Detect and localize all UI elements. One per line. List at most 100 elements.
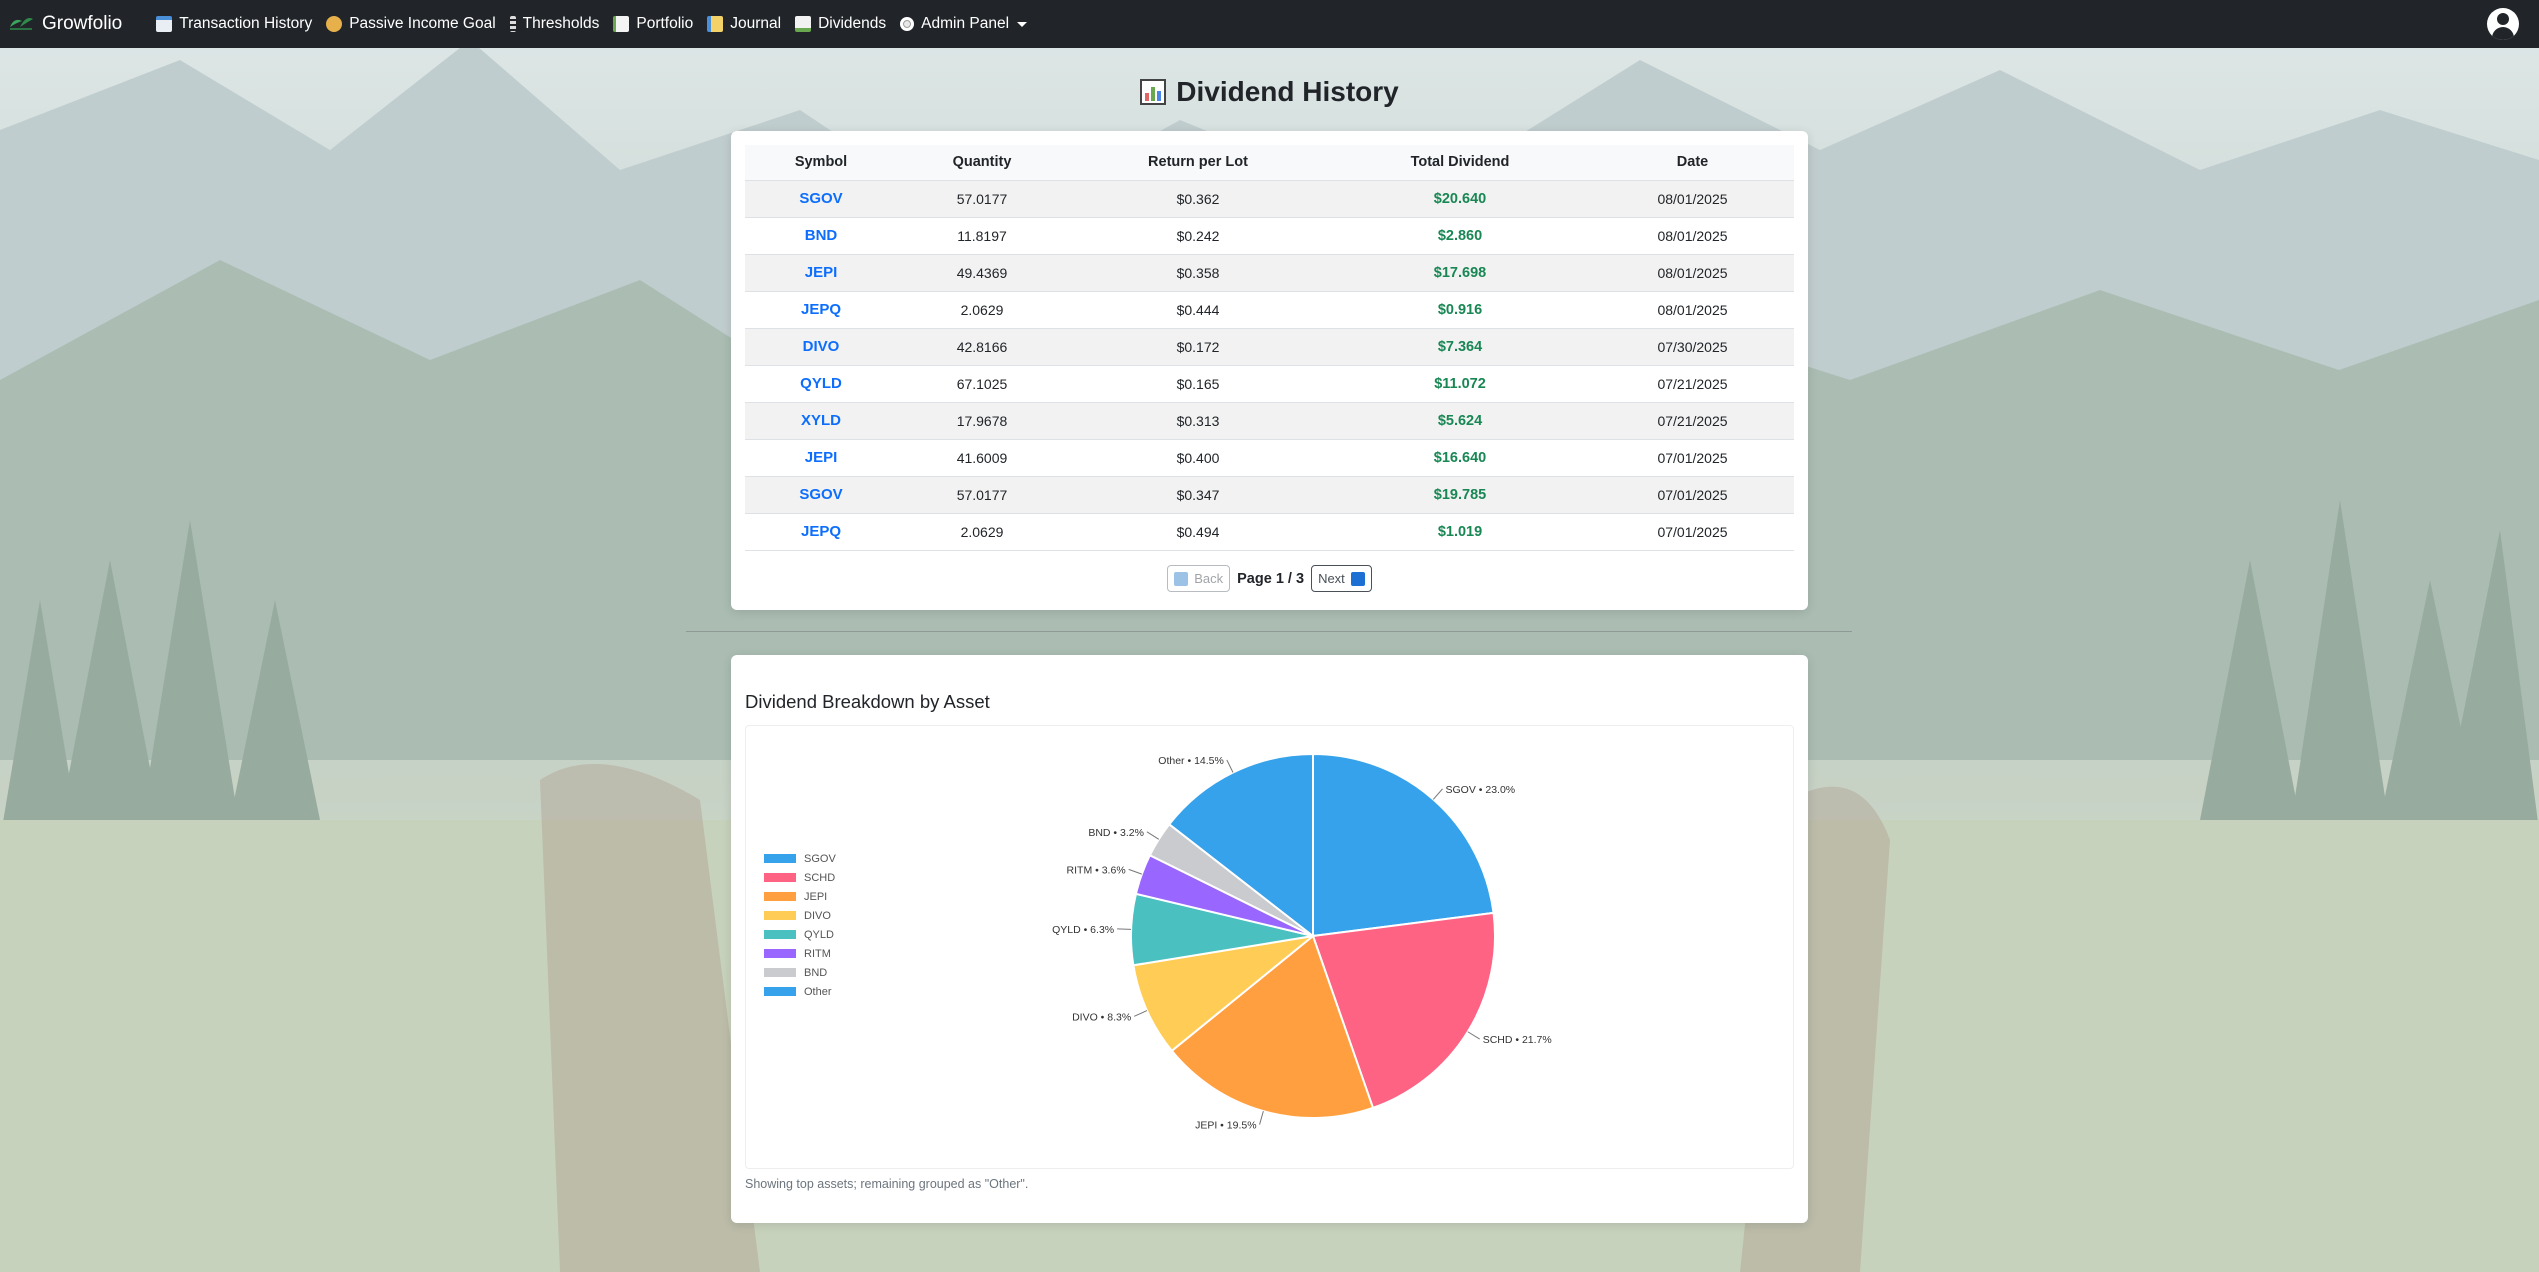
page-indicator: Page 1 / 3 [1237, 571, 1304, 587]
user-account-icon[interactable] [2487, 8, 2519, 40]
nav-journal[interactable]: Journal [707, 15, 781, 33]
table-row: DIVO 42.8166 $0.172 $7.364 07/30/2025 [745, 328, 1794, 366]
table-row: JEPQ 2.0629 $0.494 $1.019 07/01/2025 [745, 513, 1794, 551]
symbol-link[interactable]: BND [745, 217, 897, 255]
symbol-link[interactable]: QYLD [745, 365, 897, 403]
arrow-right-icon [1350, 571, 1365, 586]
total-dividend-cell: $17.698 [1329, 254, 1591, 292]
top-navbar: Growfolio Transaction History Passive In… [0, 0, 2539, 48]
col-header-return-per-lot[interactable]: Return per Lot [1067, 145, 1329, 181]
pie-leader-line [1467, 1031, 1480, 1040]
date-cell: 08/01/2025 [1591, 180, 1794, 218]
nav-dividends[interactable]: Dividends [795, 15, 886, 33]
symbol-link[interactable]: JEPI [745, 439, 897, 477]
pie-slice-sgov[interactable] [1312, 752, 1495, 938]
pie-slice-label: SCHD • 21.7% [1483, 1034, 1552, 1046]
legend-label-jepi[interactable]: JEPI [804, 891, 827, 903]
brand-logo[interactable]: Growfolio [8, 13, 122, 35]
nav-passive-income-goal[interactable]: Passive Income Goal [326, 15, 496, 33]
coins-icon [326, 16, 343, 32]
col-header-symbol[interactable]: Symbol [745, 145, 897, 181]
legend-label-schd[interactable]: SCHD [804, 872, 835, 884]
date-cell: 07/21/2025 [1591, 402, 1794, 440]
return-per-lot-cell: $0.494 [1067, 513, 1329, 551]
quantity-cell: 67.1025 [897, 365, 1067, 403]
legend-label-qyld[interactable]: QYLD [804, 929, 834, 941]
table-row: XYLD 17.9678 $0.313 $5.624 07/21/2025 [745, 402, 1794, 440]
return-per-lot-cell: $0.400 [1067, 439, 1329, 477]
legend-label-other[interactable]: Other [804, 986, 832, 998]
legend-swatch-schd [764, 873, 796, 882]
section-divider [686, 631, 1852, 632]
legend-label-ritm[interactable]: RITM [804, 948, 831, 960]
quantity-cell: 49.4369 [897, 254, 1067, 292]
pie-slice-label: SGOV • 23.0% [1446, 784, 1516, 796]
next-button[interactable]: Next [1311, 565, 1372, 592]
nav-label: Dividends [818, 15, 887, 32]
legend-swatch-divo [764, 911, 796, 920]
pagination: Back Page 1 / 3 Next [731, 565, 1808, 592]
pie-slice-label: Other • 14.5% [1158, 755, 1224, 767]
pie-leader-line [1117, 928, 1132, 930]
dividend-table: Symbol Quantity Return per Lot Total Div… [745, 145, 1794, 551]
quantity-cell: 17.9678 [897, 402, 1067, 440]
date-cell: 08/01/2025 [1591, 291, 1794, 329]
date-cell: 07/01/2025 [1591, 513, 1794, 551]
chart-icon [613, 16, 630, 32]
return-per-lot-cell: $0.347 [1067, 476, 1329, 514]
table-header-row: Symbol Quantity Return per Lot Total Div… [745, 145, 1794, 181]
table-body: SGOV 57.0177 $0.362 $20.640 08/01/2025 B… [745, 180, 1794, 551]
pie-slice-label: BND • 3.2% [1088, 827, 1144, 839]
pie-slice-label: DIVO • 8.3% [1072, 1011, 1131, 1023]
date-cell: 07/01/2025 [1591, 476, 1794, 514]
calendar-icon [156, 16, 173, 32]
dividends-icon [795, 16, 812, 32]
legend-swatch-other [764, 987, 796, 996]
legend-label-bnd[interactable]: BND [804, 967, 827, 979]
bar-chart-icon [1140, 79, 1167, 105]
symbol-link[interactable]: JEPQ [745, 513, 897, 551]
nav-label: Transaction History [179, 15, 313, 32]
nav-admin-panel-dropdown[interactable]: Admin Panel [900, 15, 1028, 33]
nav-transaction-history[interactable]: Transaction History [156, 15, 312, 33]
legend-swatch-jepi [764, 892, 796, 901]
pie-slice-label: QYLD • 6.3% [1052, 924, 1114, 936]
pie-leader-line [1128, 868, 1143, 875]
nav-portfolio[interactable]: Portfolio [613, 15, 693, 33]
symbol-link[interactable]: SGOV [745, 476, 897, 514]
date-cell: 08/01/2025 [1591, 254, 1794, 292]
col-header-date[interactable]: Date [1591, 145, 1794, 181]
table-row: JEPQ 2.0629 $0.444 $0.916 08/01/2025 [745, 291, 1794, 329]
return-per-lot-cell: $0.362 [1067, 180, 1329, 218]
symbol-link[interactable]: XYLD [745, 402, 897, 440]
back-button[interactable]: Back [1167, 565, 1231, 592]
dividend-history-card: Symbol Quantity Return per Lot Total Div… [731, 131, 1808, 610]
quantity-cell: 42.8166 [897, 328, 1067, 366]
total-dividend-cell: $20.640 [1329, 180, 1591, 218]
total-dividend-cell: $1.019 [1329, 513, 1591, 551]
quantity-cell: 57.0177 [897, 180, 1067, 218]
table-row: QYLD 67.1025 $0.165 $11.072 07/21/2025 [745, 365, 1794, 403]
symbol-link[interactable]: DIVO [745, 328, 897, 366]
legend-swatch-sgov [764, 854, 796, 863]
user-head-shape [2497, 13, 2509, 25]
nav-thresholds[interactable]: Thresholds [509, 15, 599, 33]
nav-label: Portfolio [636, 15, 694, 32]
thresholds-icon [509, 16, 516, 32]
chart-title: Dividend Breakdown by Asset [745, 691, 990, 712]
quantity-cell: 2.0629 [897, 513, 1067, 551]
col-header-quantity[interactable]: Quantity [897, 145, 1067, 181]
date-cell: 07/30/2025 [1591, 328, 1794, 366]
symbol-link[interactable]: SGOV [745, 180, 897, 218]
return-per-lot-cell: $0.165 [1067, 365, 1329, 403]
total-dividend-cell: $16.640 [1329, 439, 1591, 477]
chart-footnote: Showing top assets; remaining grouped as… [745, 1177, 1029, 1191]
legend-label-sgov[interactable]: SGOV [804, 853, 836, 865]
quantity-cell: 11.8197 [897, 217, 1067, 255]
symbol-link[interactable]: JEPI [745, 254, 897, 292]
col-header-total-dividend[interactable]: Total Dividend [1329, 145, 1591, 181]
legend-swatch-bnd [764, 968, 796, 977]
symbol-link[interactable]: JEPQ [745, 291, 897, 329]
total-dividend-cell: $7.364 [1329, 328, 1591, 366]
legend-label-divo[interactable]: DIVO [804, 910, 831, 922]
